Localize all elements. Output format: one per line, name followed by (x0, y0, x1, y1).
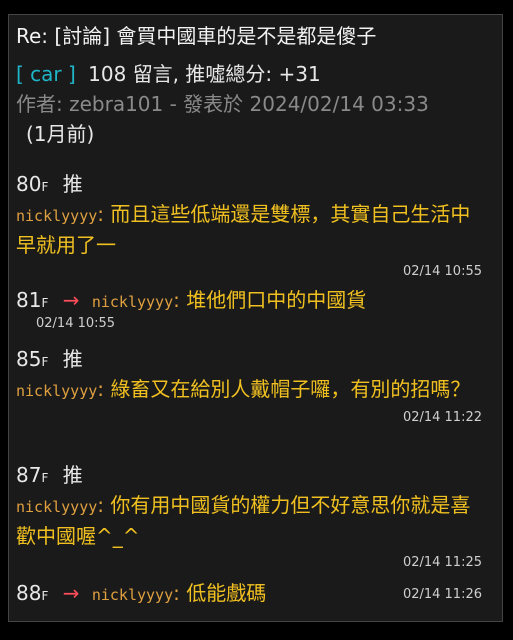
push-header: 88F → nicklyyyy: 低能戲碼 02/14 11:26 (16, 579, 486, 607)
floor-number: 80 (16, 172, 42, 196)
push-tag: 推 (62, 463, 83, 487)
floor-suffix: F (41, 589, 49, 603)
colon: : (173, 288, 180, 312)
relative-time: (1月前) (26, 122, 95, 146)
push-body: nicklyyyy: 綠畜又在給別人戴帽子囉，有別的招嗎？ (16, 375, 476, 406)
floor-suffix: F (41, 471, 49, 485)
push-text: 低能戲碼 (186, 581, 267, 605)
push-comment: 81F → nicklyyyy: 堆他們口中的中國貨 02/14 10:55 (16, 286, 486, 331)
push-tag: 推 (62, 347, 83, 371)
push-comment: 87F 推 nicklyyyy: 你有用中國貨的權力但不好意思你就是喜歡中國喔^… (16, 461, 486, 570)
push-body: nicklyyyy: 你有用中國貨的權力但不好意思你就是喜歡中國喔^_^ (16, 491, 476, 551)
push-username[interactable]: nicklyyyy (16, 498, 97, 516)
floor-number: 85 (16, 347, 42, 371)
push-header: 81F → nicklyyyy: 堆他們口中的中國貨 (16, 286, 486, 314)
post-title[interactable]: Re: [討論] 會買中國車的是不是都是傻子 (16, 20, 376, 49)
push-username[interactable]: nicklyyyy (16, 382, 97, 400)
colon: : (97, 202, 105, 226)
push-time: 02/14 11:25 (402, 555, 482, 570)
floor-number: 88 (16, 581, 42, 605)
floor-suffix: F (41, 180, 49, 194)
push-body: nicklyyyy: 而且這些低端還是雙標，其實自己生活中早就用了一 (16, 200, 476, 260)
post-meta: [ car ] 108 留言, 推噓總分: +31 (16, 58, 321, 87)
post-stats: 108 留言, 推噓總分: +31 (88, 62, 321, 86)
push-time: 02/14 10:55 (36, 316, 116, 331)
push-comment: 85F 推 nicklyyyy: 綠畜又在給別人戴帽子囉，有別的招嗎？ 02/1… (16, 345, 486, 425)
push-username[interactable]: nicklyyyy (92, 293, 173, 311)
colon: : (97, 377, 105, 401)
push-username[interactable]: nicklyyyy (92, 586, 173, 604)
push-time: 02/14 11:22 (402, 410, 482, 425)
board-tag[interactable]: [ car ] (16, 62, 76, 86)
push-time: 02/14 10:55 (402, 264, 482, 279)
push-header: 85F 推 (16, 345, 486, 373)
push-comment: 80F 推 nicklyyyy: 而且這些低端還是雙標，其實自己生活中早就用了一… (16, 170, 486, 279)
author-line: 作者: zebra101 - 發表於 2024/02/14 03:33 (16, 92, 429, 116)
floor-number: 81 (16, 288, 42, 312)
push-tag: 推 (62, 172, 83, 196)
push-username[interactable]: nicklyyyy (16, 207, 97, 225)
floor-number: 87 (16, 463, 42, 487)
floor-suffix: F (41, 296, 49, 310)
colon: : (173, 581, 180, 605)
push-header: 87F 推 (16, 461, 486, 489)
push-header: 80F 推 (16, 170, 486, 198)
arrow-icon: → (62, 581, 80, 605)
push-comment: 88F → nicklyyyy: 低能戲碼 02/14 11:26 (16, 579, 486, 607)
push-text: 綠畜又在給別人戴帽子囉，有別的招嗎？ (110, 377, 471, 401)
floor-suffix: F (41, 355, 49, 369)
push-text: 堆他們口中的中國貨 (186, 288, 367, 312)
colon: : (97, 493, 105, 517)
arrow-icon: → (62, 288, 80, 312)
push-time: 02/14 11:26 (402, 587, 482, 602)
